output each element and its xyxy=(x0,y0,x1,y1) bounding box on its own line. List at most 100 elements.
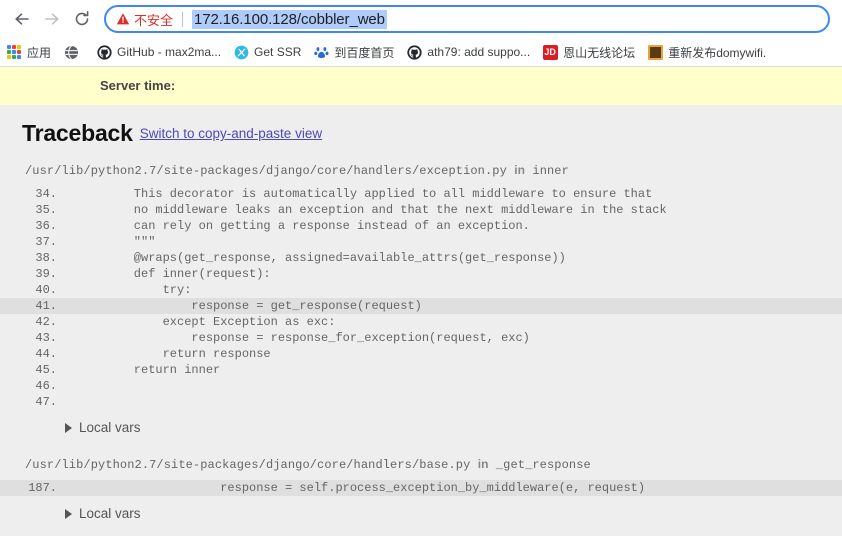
bookmark-label: ath79: add suppo... xyxy=(427,45,531,59)
code-listing: 34 This decorator is automatically appli… xyxy=(0,186,842,410)
code-line: 37 """ xyxy=(0,234,842,250)
line-number: 42 xyxy=(20,314,65,330)
bookmark-label: 到百度首页 xyxy=(334,45,395,60)
url-text[interactable]: 172.16.100.128/cobbler_web xyxy=(192,9,387,29)
line-code: except Exception as exc: xyxy=(105,315,336,329)
summary-bar: Server time: xyxy=(0,67,842,106)
bookmark-enshan-forum[interactable]: JD 恩山无线论坛 xyxy=(542,44,635,61)
line-number: 39 xyxy=(20,266,65,282)
frame-file-path: /usr/lib/python2.7/site-packages/django/… xyxy=(25,458,471,472)
line-code: response = self.process_exception_by_mid… xyxy=(105,481,646,495)
code-line: 34 This decorator is automatically appli… xyxy=(0,186,842,202)
line-code: This decorator is automatically applied … xyxy=(105,187,653,201)
local-vars-toggle[interactable]: Local vars xyxy=(20,420,822,435)
forward-button[interactable] xyxy=(38,5,66,33)
jd-icon: JD xyxy=(542,44,558,60)
code-listing: 187 response = self.process_exception_by… xyxy=(0,480,842,496)
line-number: 35 xyxy=(20,202,65,218)
django-error-page: Server time: Traceback Switch to copy-and… xyxy=(0,67,842,536)
github-icon xyxy=(406,44,422,60)
bookmark-globe[interactable] xyxy=(63,44,84,60)
line-number: 44 xyxy=(20,346,65,362)
line-code: response = get_response(request) xyxy=(105,299,422,313)
bookmarks-bar: 应用 GitHub - max2ma... Get SSR 到百度首页 ath7… xyxy=(0,38,842,67)
line-number: 36 xyxy=(20,218,65,234)
bookmark-label: 应用 xyxy=(27,45,52,60)
frame-path: /usr/lib/python2.7/site-packages/django/… xyxy=(20,163,822,178)
forward-arrow-icon xyxy=(45,13,59,25)
frame-in-keyword: in xyxy=(477,457,489,471)
frame-separator xyxy=(20,435,822,449)
local-vars-label: Local vars xyxy=(79,506,141,521)
code-line-highlighted: 41 response = get_response(request) xyxy=(0,298,842,314)
frame-in-keyword: in xyxy=(514,163,526,177)
omnibox-divider xyxy=(182,11,184,27)
bookmark-label: Get SSR xyxy=(254,45,302,59)
warning-triangle-icon xyxy=(116,12,130,26)
triangle-right-icon xyxy=(65,422,72,433)
line-number: 187 xyxy=(20,480,65,496)
line-number: 41 xyxy=(20,298,65,314)
frame-file-path: /usr/lib/python2.7/site-packages/django/… xyxy=(25,164,507,178)
code-line: 42 except Exception as exc: xyxy=(0,314,842,330)
domywifi-icon xyxy=(647,44,663,60)
bookmark-apps[interactable]: 应用 xyxy=(6,44,51,61)
code-line: 46 xyxy=(0,378,842,394)
address-bar[interactable]: 不安全 172.16.100.128/cobbler_web xyxy=(104,5,830,33)
apps-grid-icon xyxy=(6,44,22,60)
server-time-label: Server time: xyxy=(100,78,176,93)
bookmark-github-ath79[interactable]: ath79: add suppo... xyxy=(406,44,530,60)
back-button[interactable] xyxy=(8,5,36,33)
back-arrow-icon xyxy=(15,13,29,25)
line-number: 45 xyxy=(20,362,65,378)
frame-function-name: _get_response xyxy=(495,458,591,472)
security-label: 不安全 xyxy=(134,12,174,28)
line-number: 47 xyxy=(20,394,65,410)
local-vars-label: Local vars xyxy=(79,420,141,435)
code-line-highlighted: 187 response = self.process_exception_by… xyxy=(0,480,842,496)
line-code: try: xyxy=(105,283,192,297)
frame-function-name: inner xyxy=(532,164,569,178)
globe-icon xyxy=(63,44,79,60)
line-number: 34 xyxy=(20,186,65,202)
baidu-icon xyxy=(313,44,329,60)
line-code: return inner xyxy=(105,363,221,377)
line-code: @wraps(get_response, assigned=available_… xyxy=(105,251,566,265)
line-number: 43 xyxy=(20,330,65,346)
traceback-frame: /usr/lib/python2.7/site-packages/django/… xyxy=(0,457,842,521)
bookmark-baidu[interactable]: 到百度首页 xyxy=(313,44,394,61)
bookmark-github-max2ma[interactable]: GitHub - max2ma... xyxy=(96,44,221,60)
code-line: 40 try: xyxy=(0,282,842,298)
bookmark-label: GitHub - max2ma... xyxy=(117,45,222,59)
line-code: """ xyxy=(105,235,156,249)
frame-separator xyxy=(20,521,822,535)
page-title: Traceback xyxy=(22,120,133,146)
line-code: return response xyxy=(105,347,271,361)
line-code: can rely on getting a response instead o… xyxy=(105,219,530,233)
bookmark-get-ssr[interactable]: Get SSR xyxy=(233,44,301,60)
reload-icon xyxy=(75,11,89,26)
code-line: 36 can rely on getting a response instea… xyxy=(0,218,842,234)
code-line: 38 @wraps(get_response, assigned=availab… xyxy=(0,250,842,266)
bookmark-label: 恩山无线论坛 xyxy=(563,45,636,60)
code-line: 47 xyxy=(0,394,842,410)
local-vars-toggle[interactable]: Local vars xyxy=(20,506,822,521)
switch-to-copy-paste-link[interactable]: Switch to copy-and-paste view xyxy=(140,126,322,141)
bookmark-label: 重新发布domywifi. xyxy=(668,45,767,60)
code-line: 45 return inner xyxy=(0,362,842,378)
bookmark-domywifi[interactable]: 重新发布domywifi. xyxy=(647,44,766,61)
reload-button[interactable] xyxy=(68,5,96,33)
browser-chrome: 不安全 172.16.100.128/cobbler_web 应用 GitHub… xyxy=(0,0,842,67)
traceback-frame: /usr/lib/python2.7/site-packages/django/… xyxy=(0,163,842,435)
github-icon xyxy=(96,44,112,60)
security-indicator[interactable]: 不安全 xyxy=(116,10,173,29)
frame-path: /usr/lib/python2.7/site-packages/django/… xyxy=(20,457,822,472)
ssr-icon xyxy=(233,44,249,60)
code-line: 43 response = response_for_exception(req… xyxy=(0,330,842,346)
code-line: 44 return response xyxy=(0,346,842,362)
traceback-section: Traceback Switch to copy-and-paste view /… xyxy=(0,106,842,536)
line-number: 38 xyxy=(20,250,65,266)
browser-toolbar: 不安全 172.16.100.128/cobbler_web xyxy=(0,0,842,38)
